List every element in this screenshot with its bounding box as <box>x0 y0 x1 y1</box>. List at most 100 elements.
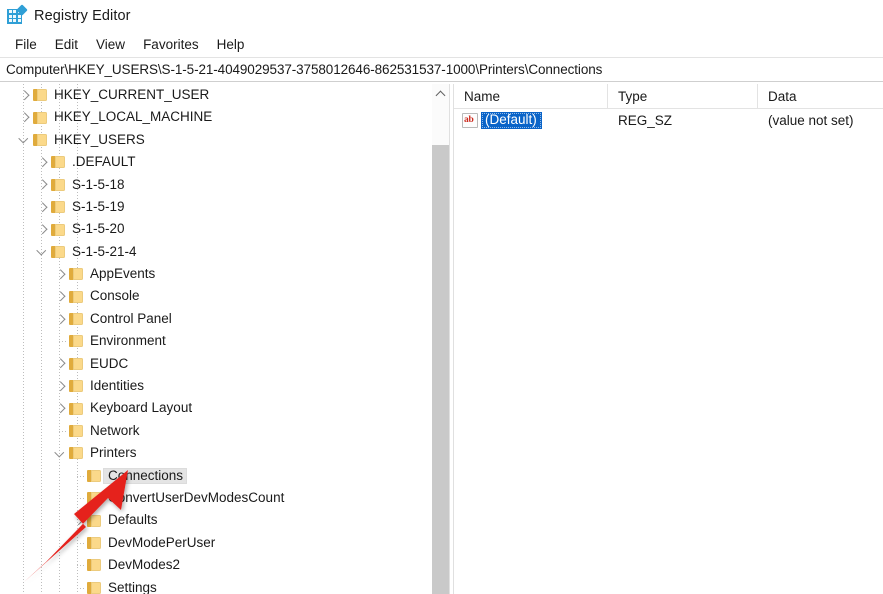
tree-item-label: EUDC <box>90 355 129 371</box>
folder-icon <box>87 537 102 550</box>
tree-item-hkey-users[interactable]: HKEY_USERS <box>0 129 449 151</box>
folder-icon <box>69 380 84 393</box>
tree-item-appevents[interactable]: AppEvents <box>0 263 449 285</box>
column-header-type[interactable]: Type <box>608 84 758 109</box>
scroll-up-arrow-icon[interactable] <box>432 84 449 103</box>
folder-icon <box>69 335 84 348</box>
tree-item-default[interactable]: .DEFAULT <box>0 151 449 173</box>
tree-item-s-1-5-19[interactable]: S-1-5-19 <box>0 196 449 218</box>
tree-item-devmodeperuser[interactable]: DevModePerUser <box>0 532 449 554</box>
chevron-right-icon[interactable] <box>52 263 69 285</box>
tree-item-convertuserdevmodescount[interactable]: ConvertUserDevModesCount <box>0 487 449 509</box>
menu-item-view[interactable]: View <box>87 35 134 54</box>
tree-item-hkey-current-user[interactable]: HKEY_CURRENT_USER <box>0 84 449 106</box>
tree-item-network[interactable]: Network <box>0 420 449 442</box>
registry-values-pane: Name Type Data ab (Default) REG_SZ (value n… <box>454 84 883 594</box>
address-bar[interactable]: Computer\HKEY_USERS\S-1-5-21-4049029537-… <box>0 57 883 82</box>
tree-item-label: Identities <box>90 378 145 394</box>
registry-path-text: Computer\HKEY_USERS\S-1-5-21-4049029537-… <box>6 62 603 77</box>
folder-icon <box>87 514 102 527</box>
folder-icon <box>69 357 84 370</box>
folder-icon <box>51 178 66 191</box>
tree-item-label: Settings <box>108 579 157 594</box>
chevron-right-icon[interactable] <box>52 308 69 330</box>
registry-tree[interactable]: HKEY_CURRENT_USER HKEY_LOCAL_MACHINE HKEY_… <box>0 84 449 594</box>
chevron-right-icon[interactable] <box>34 151 51 173</box>
column-header-name[interactable]: Name <box>454 84 608 109</box>
chevron-right-icon[interactable] <box>52 353 69 375</box>
tree-item-s-1-5-18[interactable]: S-1-5-18 <box>0 174 449 196</box>
folder-icon <box>69 425 84 438</box>
value-name-cell: ab (Default) <box>454 109 608 132</box>
menu-item-favorites[interactable]: Favorites <box>134 35 208 54</box>
chevron-down-icon[interactable] <box>52 442 69 464</box>
chevron-right-icon[interactable] <box>34 196 51 218</box>
value-row[interactable]: ab (Default) REG_SZ (value not set) <box>454 109 883 132</box>
folder-icon <box>51 156 66 169</box>
tree-item-hkey-local-machine[interactable]: HKEY_LOCAL_MACHINE <box>0 106 449 128</box>
tree-item-label: HKEY_CURRENT_USER <box>54 86 210 102</box>
tree-item-control-panel[interactable]: Control Panel <box>0 308 449 330</box>
tree-item-label: .DEFAULT <box>72 154 136 170</box>
menu-item-edit[interactable]: Edit <box>46 35 87 54</box>
tree-item-settings[interactable]: Settings <box>0 577 449 594</box>
folder-icon <box>69 447 84 460</box>
values-list[interactable]: ab (Default) REG_SZ (value not set) <box>454 109 883 132</box>
chevron-right-icon[interactable] <box>52 286 69 308</box>
tree-item-eudc[interactable]: EUDC <box>0 353 449 375</box>
chevron-right-icon[interactable] <box>16 107 33 129</box>
tree-item-label: DevModes2 <box>108 557 181 573</box>
menu-item-help[interactable]: Help <box>208 35 254 54</box>
scrollbar-thumb[interactable] <box>432 103 449 145</box>
menu-item-file[interactable]: File <box>6 35 46 54</box>
chevron-right-icon[interactable] <box>52 398 69 420</box>
tree-item-s-1-5-20[interactable]: S-1-5-20 <box>0 218 449 240</box>
chevron-right-icon[interactable] <box>34 174 51 196</box>
tree-item-label: S-1-5-19 <box>72 198 125 214</box>
chevron-down-icon[interactable] <box>34 241 51 263</box>
registry-tree-pane: HKEY_CURRENT_USER HKEY_LOCAL_MACHINE HKEY_… <box>0 84 449 594</box>
tree-item-keyboard-layout[interactable]: Keyboard Layout <box>0 397 449 419</box>
tree-item-environment[interactable]: Environment <box>0 330 449 352</box>
folder-icon <box>87 492 102 505</box>
tree-item-identities[interactable]: Identities <box>0 375 449 397</box>
tree-item-printers[interactable]: Printers <box>0 442 449 464</box>
tree-item-devmodes2[interactable]: DevModes2 <box>0 554 449 576</box>
tree-item-label: DevModePerUser <box>108 534 216 550</box>
tree-item-s-1-5-21-4[interactable]: S-1-5-21-4 <box>0 241 449 263</box>
folder-icon <box>51 223 66 236</box>
chevron-right-icon[interactable] <box>70 510 87 532</box>
window-title: Registry Editor <box>34 7 131 24</box>
tree-item-label: S-1-5-21-4 <box>72 243 137 259</box>
string-value-icon-text: ab <box>464 115 474 125</box>
scrollbar-track[interactable] <box>432 145 449 594</box>
chevron-right-icon[interactable] <box>52 375 69 397</box>
tree-vertical-scrollbar[interactable] <box>431 84 449 594</box>
chevron-right-icon[interactable] <box>16 84 33 106</box>
tree-item-label: S-1-5-20 <box>72 221 125 237</box>
values-column-header: Name Type Data <box>454 84 883 109</box>
column-header-data[interactable]: Data <box>758 84 883 109</box>
value-name-label: (Default) <box>481 112 542 129</box>
chevron-right-icon[interactable] <box>34 219 51 241</box>
tree-item-defaults[interactable]: Defaults <box>0 509 449 531</box>
folder-icon <box>69 290 84 303</box>
tree-item-connections[interactable]: Connections <box>0 465 449 487</box>
chevron-down-icon[interactable] <box>16 129 33 151</box>
tree-item-console[interactable]: Console <box>0 286 449 308</box>
tree-item-label: S-1-5-18 <box>72 176 125 192</box>
value-type-cell: REG_SZ <box>618 113 673 128</box>
tree-item-label: Printers <box>90 445 137 461</box>
folder-icon <box>51 245 66 258</box>
tree-item-label: Control Panel <box>90 310 172 326</box>
tree-item-label: Environment <box>90 333 166 349</box>
tree-item-label: Connections <box>103 467 188 485</box>
folder-icon <box>87 559 102 572</box>
